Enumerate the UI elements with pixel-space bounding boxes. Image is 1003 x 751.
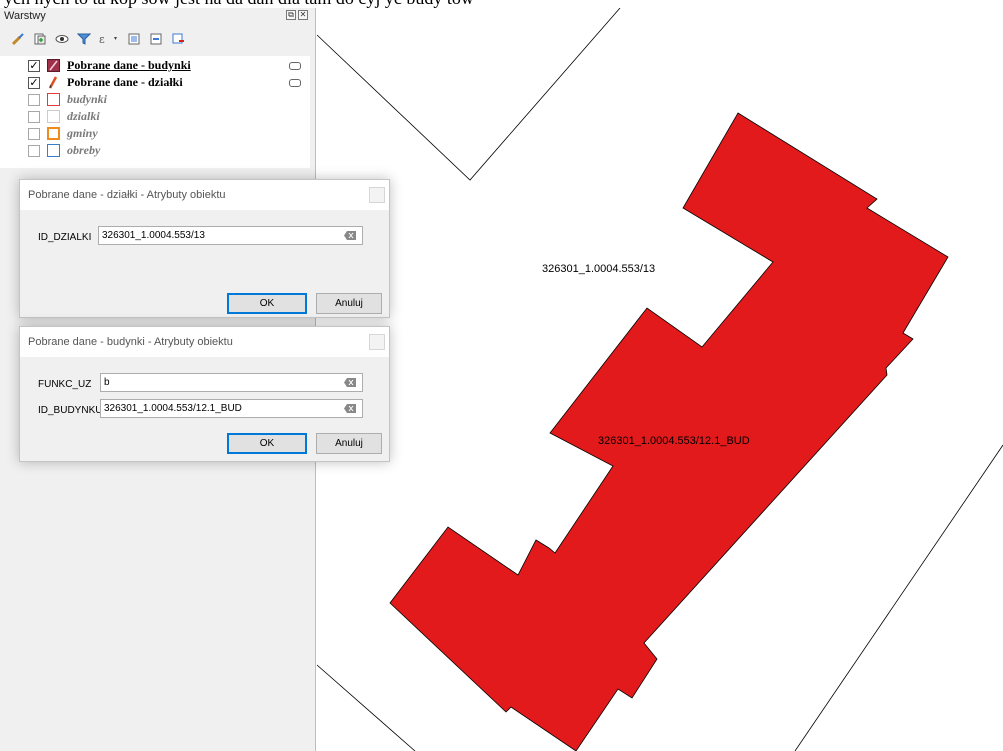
polygon-symbol-icon — [47, 110, 60, 123]
layer-checkbox[interactable] — [28, 93, 40, 106]
building-polygon[interactable] — [389, 112, 949, 751]
cancel-button[interactable]: Anuluj — [316, 433, 382, 454]
map-canvas[interactable]: 326301_1.0004.553/13 326301_1.0004.553/1… — [316, 7, 1003, 751]
layer-row-pobrane-budynki[interactable]: ✓ Pobrane dane - budynki — [0, 57, 310, 74]
eye-icon[interactable] — [54, 31, 70, 47]
dialog-titlebar[interactable]: Pobrane dane - działki - Atrybuty obiekt… — [20, 180, 389, 210]
remove-layer-icon[interactable] — [170, 31, 186, 47]
parcel-boundary-line — [794, 444, 1003, 751]
ok-button[interactable]: OK — [227, 433, 307, 454]
polygon-symbol-icon — [47, 59, 60, 72]
parcel-boundary-line — [316, 664, 416, 751]
layer-tree: ✓ Pobrane dane - budynki ✓ Pobrane dane … — [0, 56, 310, 168]
float-panel-button[interactable]: ⧉ — [286, 10, 296, 20]
clear-field-icon[interactable] — [344, 378, 356, 387]
building-label: 326301_1.0004.553/12.1_BUD — [598, 435, 750, 447]
field-label-id-dzialki: ID_DZIALKI — [38, 232, 92, 243]
collapse-all-icon[interactable] — [148, 31, 164, 47]
funkc-uz-input[interactable]: b — [100, 373, 363, 392]
feature-attributes-dialog-dzialki: Pobrane dane - działki - Atrybuty obiekt… — [19, 179, 390, 318]
svg-text:ε: ε — [99, 33, 105, 46]
pencil-symbol-icon — [48, 76, 58, 89]
parcel-label: 326301_1.0004.553/13 — [542, 263, 655, 275]
dialog-title: Pobrane dane - działki - Atrybuty obiekt… — [28, 189, 226, 201]
layer-checkbox[interactable]: ✓ — [28, 59, 40, 72]
cancel-button[interactable]: Anuluj — [316, 293, 382, 314]
layer-checkbox[interactable] — [28, 110, 40, 123]
style-brush-icon[interactable] — [10, 31, 26, 47]
polygon-symbol-icon — [47, 127, 60, 140]
add-group-icon[interactable] — [32, 31, 48, 47]
cut-off-caption-text: ych nych to ta kop sów jest na da dan dl… — [4, 0, 474, 8]
map-drawing: 326301_1.0004.553/13 326301_1.0004.553/1… — [316, 7, 1003, 751]
layer-name: Pobrane dane - budynki — [67, 58, 191, 72]
layer-name: Pobrane dane - działki — [67, 75, 183, 89]
editing-indicator-icon — [289, 61, 301, 70]
clear-field-icon[interactable] — [344, 404, 356, 413]
id-budynku-value: 326301_1.0004.553/12.1_BUD — [104, 403, 242, 414]
layers-toolbar: ε — [10, 30, 186, 48]
id-budynku-input[interactable]: 326301_1.0004.553/12.1_BUD — [100, 399, 363, 418]
id-dzialki-value: 326301_1.0004.553/13 — [102, 230, 205, 241]
close-icon[interactable] — [369, 187, 385, 203]
layer-checkbox[interactable] — [28, 127, 40, 140]
layer-checkbox[interactable]: ✓ — [28, 76, 40, 89]
field-label-id-budynku: ID_BUDYNKU — [38, 405, 103, 416]
layer-row-gminy[interactable]: gminy — [0, 125, 310, 142]
expression-filter-icon[interactable]: ε — [98, 31, 120, 47]
filter-icon[interactable] — [76, 31, 92, 47]
funkc-uz-value: b — [104, 377, 110, 388]
layer-row-dzialki[interactable]: dzialki — [0, 108, 310, 125]
layer-row-budynki[interactable]: budynki — [0, 91, 310, 108]
layer-name: gminy — [67, 126, 98, 140]
close-panel-button[interactable]: ✕ — [298, 10, 308, 20]
panel-title: Warstwy — [4, 10, 46, 22]
parcel-boundary-line — [316, 7, 621, 181]
field-label-funkc-uz: FUNKC_UZ — [38, 379, 92, 390]
dialog-title: Pobrane dane - budynki - Atrybuty obiekt… — [28, 336, 233, 348]
feature-attributes-dialog-budynki: Pobrane dane - budynki - Atrybuty obiekt… — [19, 326, 390, 462]
layer-checkbox[interactable] — [28, 144, 40, 157]
id-dzialki-input[interactable]: 326301_1.0004.553/13 — [98, 226, 363, 245]
layer-name: dzialki — [67, 109, 100, 123]
polygon-symbol-icon — [47, 144, 60, 157]
cut-off-caption: ych nych to ta kop sów jest na da dan dl… — [0, 0, 1003, 8]
editing-indicator-icon — [289, 78, 301, 87]
ok-button[interactable]: OK — [227, 293, 307, 314]
polygon-symbol-icon — [47, 93, 60, 106]
layer-name: budynki — [67, 92, 108, 106]
close-icon[interactable] — [369, 334, 385, 350]
layer-row-pobrane-dzialki[interactable]: ✓ Pobrane dane - działki — [0, 74, 310, 91]
clear-field-icon[interactable] — [344, 231, 356, 240]
dialog-titlebar[interactable]: Pobrane dane - budynki - Atrybuty obiekt… — [20, 327, 389, 357]
expand-all-icon[interactable] — [126, 31, 142, 47]
layer-name: obreby — [67, 143, 101, 157]
layer-row-obreby[interactable]: obreby — [0, 142, 310, 159]
